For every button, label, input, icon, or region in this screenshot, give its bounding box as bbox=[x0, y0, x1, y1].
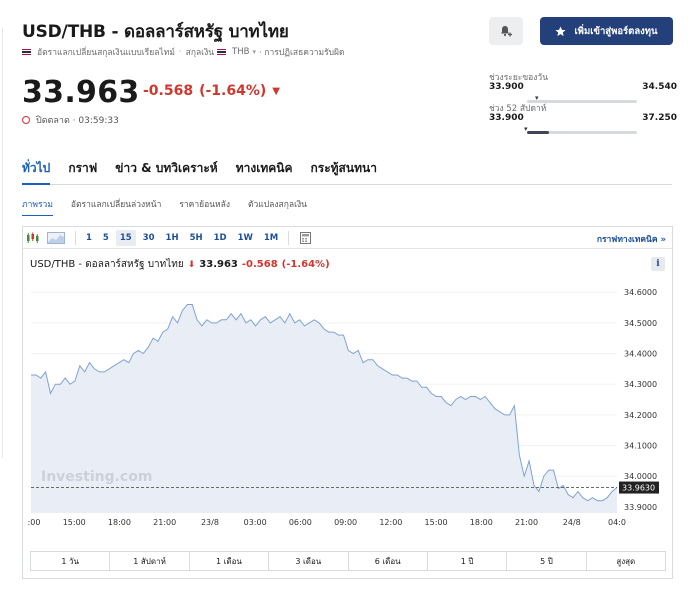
page-left-edge bbox=[0, 28, 3, 458]
tab-1[interactable]: กราฟ bbox=[68, 155, 97, 185]
day-range-low: 33.900 bbox=[489, 82, 524, 92]
period-button-6[interactable]: 5 ปี bbox=[507, 552, 587, 570]
week52-range-high: 37.250 bbox=[642, 113, 677, 123]
x-tick-label: 04:0 bbox=[608, 518, 626, 527]
add-to-watchlist-button[interactable]: เพิ่มเข้าสู่พอร์ตลงทุน bbox=[540, 17, 673, 45]
y-tick-label: 34.0000 bbox=[624, 472, 657, 481]
week52-range: ช่วง 52 สัปดาห์ 33.900 ▾ 37.250 bbox=[489, 101, 677, 134]
y-tick-label: 34.6000 bbox=[624, 288, 657, 297]
subtab-2[interactable]: ราคาย้อนหลัง bbox=[179, 197, 230, 216]
price-change: -0.568 (-1.64%) ▼ bbox=[143, 83, 280, 99]
x-tick-label: 21:00 bbox=[153, 518, 176, 527]
sub-tabs: ภาพรวม อัตราแลกเปลี่ยนล่วงหน้า ราคาย้อนหลั… bbox=[22, 197, 307, 216]
y-tick-label: 34.5000 bbox=[624, 319, 657, 328]
x-tick-label: 15:00 bbox=[425, 518, 448, 527]
x-tick-label: 18:00 bbox=[108, 518, 131, 527]
disclaimer-link[interactable]: · การปฏิเสธความรับผิด bbox=[259, 45, 345, 59]
last-price-label: 33.9630 bbox=[622, 484, 655, 493]
add-to-watchlist-label: เพิ่มเข้าสู่พอร์ตลงทุน bbox=[574, 25, 658, 37]
change-percent: (-1.64%) bbox=[199, 83, 267, 99]
clock-icon bbox=[22, 116, 30, 124]
x-tick-label: 06:00 bbox=[289, 518, 312, 527]
x-tick-label: :00 bbox=[28, 518, 41, 527]
main-tabs: ทั่วไป กราฟ ข่าว & บทวิเคราะห์ ทางเทคนิค กระ… bbox=[22, 155, 672, 185]
y-tick-label: 34.4000 bbox=[624, 350, 657, 359]
instrument-subtitle: อัตราแลกเปลี่ยนสกุลเงินแบบเรียลไทม์ · สก… bbox=[22, 45, 345, 59]
down-arrow-icon: ▼ bbox=[272, 85, 280, 97]
period-button-7[interactable]: สูงสุด bbox=[587, 552, 665, 570]
currency-label: สกุลเงิน bbox=[185, 48, 215, 58]
market-status: ปิดตลาด · 03:59:33 bbox=[22, 113, 119, 127]
y-tick-label: 34.1000 bbox=[624, 442, 657, 451]
tab-0[interactable]: ทั่วไป bbox=[22, 155, 51, 185]
x-tick-label: 09:00 bbox=[334, 518, 357, 527]
tab-2[interactable]: ข่าว & บทวิเคราะห์ bbox=[115, 155, 217, 185]
bell-plus-icon bbox=[501, 26, 512, 37]
x-tick-label: 03:00 bbox=[244, 518, 267, 527]
investing-watermark: Investing.com bbox=[41, 469, 152, 485]
day-range-high: 34.540 bbox=[642, 82, 677, 92]
tab-3[interactable]: ทางเทคนิค bbox=[236, 155, 293, 185]
x-tick-label: 15:00 bbox=[63, 518, 86, 527]
chart-panel: 1 5 15 30 1H 5H 1D 1W 1M กราฟทางเทคนิค » USD/THB… bbox=[22, 226, 673, 579]
period-button-4[interactable]: 6 เดือน bbox=[349, 552, 428, 570]
week52-range-low: 33.900 bbox=[489, 113, 524, 123]
y-tick-label: 33.9000 bbox=[624, 503, 657, 512]
currency-code[interactable]: THB bbox=[232, 47, 249, 57]
y-tick-label: 34.3000 bbox=[624, 380, 657, 389]
subtab-3[interactable]: ตัวแปลงสกุลเงิน bbox=[248, 197, 307, 216]
week52-range-bar: ▾ bbox=[524, 125, 637, 134]
period-button-2[interactable]: 1 เดือน bbox=[190, 552, 270, 570]
realtime-label: อัตราแลกเปลี่ยนสกุลเงินแบบเรียลไทม์ bbox=[37, 48, 175, 58]
x-tick-label: 24/8 bbox=[563, 518, 581, 527]
week52-range-fill bbox=[527, 131, 549, 134]
thai-flag-icon bbox=[217, 49, 227, 55]
change-value: -0.568 bbox=[143, 83, 194, 99]
separator: · bbox=[178, 47, 182, 57]
price-chart[interactable]: 34.6000 34.5000 34.4000 34.3000 34.2000 34.10… bbox=[23, 227, 672, 547]
thai-flag-icon bbox=[22, 49, 31, 55]
y-tick-label: 34.2000 bbox=[624, 411, 657, 420]
subtab-0[interactable]: ภาพรวม bbox=[22, 197, 53, 216]
tab-4[interactable]: กระทู้สนทนา bbox=[310, 155, 376, 185]
period-button-3[interactable]: 3 เดือน bbox=[269, 552, 349, 570]
page-title: USD/THB - ดอลลาร์สหรัฐ บาทไทย bbox=[22, 22, 289, 42]
star-icon bbox=[555, 25, 566, 36]
x-tick-label: 21:00 bbox=[515, 518, 538, 527]
week52-range-marker: ▾ bbox=[524, 125, 528, 133]
day-range: ช่วงระยะของวัน 33.900 ▾ 34.540 bbox=[489, 70, 677, 103]
alert-button[interactable] bbox=[489, 17, 523, 45]
period-selector: 1 วัน 1 สัปดาห์ 1 เดือน 3 เดือน 6 เดือน 1 ปี 5… bbox=[30, 551, 666, 571]
last-price: 33.963 bbox=[22, 75, 140, 110]
chevron-down-icon[interactable]: ▾ bbox=[252, 48, 256, 56]
period-button-5[interactable]: 1 ปี bbox=[428, 552, 508, 570]
market-status-text: ปิดตลาด · 03:59:33 bbox=[36, 116, 119, 126]
period-button-1[interactable]: 1 สัปดาห์ bbox=[110, 552, 190, 570]
period-button-0[interactable]: 1 วัน bbox=[31, 552, 111, 570]
x-tick-label: 18:00 bbox=[470, 518, 493, 527]
x-tick-label: 23/8 bbox=[201, 518, 219, 527]
subtab-1[interactable]: อัตราแลกเปลี่ยนล่วงหน้า bbox=[71, 197, 161, 216]
x-tick-label: 12:00 bbox=[379, 518, 402, 527]
